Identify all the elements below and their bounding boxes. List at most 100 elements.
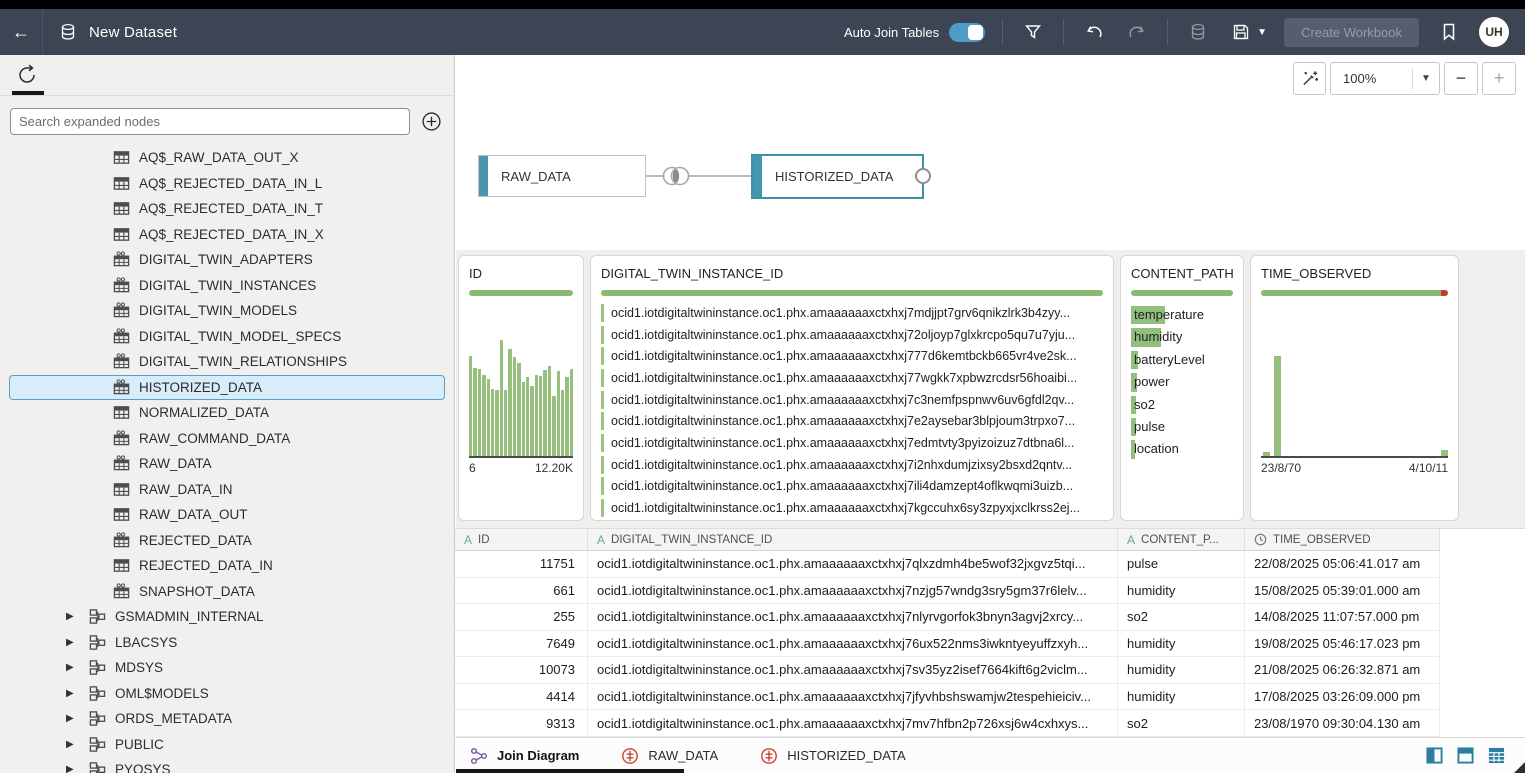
- back-button[interactable]: ←: [0, 9, 42, 55]
- quality-card-id[interactable]: ID 6 12.20K: [458, 255, 584, 521]
- content-path-item: so2: [1131, 394, 1233, 416]
- table-tree: AQ$_RAW_DATA_OUT_XAQ$_REJECTED_DATA_IN_L…: [0, 143, 454, 773]
- expand-arrow-icon[interactable]: ▶: [66, 637, 88, 648]
- auto-join-label: Auto Join Tables: [844, 25, 939, 40]
- split-horizontal-icon[interactable]: [1457, 747, 1474, 764]
- expand-arrow-icon[interactable]: ▶: [66, 611, 88, 622]
- histogram-bar: [500, 340, 503, 456]
- axis-max: 4/10/11: [1409, 461, 1448, 475]
- tree-item-aq$_rejected_data_in_l[interactable]: AQ$_REJECTED_DATA_IN_L: [0, 171, 454, 197]
- view-icon: [113, 302, 130, 319]
- user-avatar[interactable]: UH: [1479, 17, 1509, 47]
- create-workbook-button[interactable]: Create Workbook: [1284, 18, 1419, 47]
- join-diagram-canvas[interactable]: 100% ▼ − + RAW_DATA: [456, 55, 1525, 250]
- tree-item-rejected_data_in[interactable]: REJECTED_DATA_IN: [0, 553, 454, 579]
- histogram-bar: [1441, 450, 1448, 456]
- auto-join-toggle[interactable]: [949, 23, 985, 42]
- tree-item-normalized_data[interactable]: NORMALIZED_DATA: [0, 400, 454, 426]
- tree-item-aq$_rejected_data_in_x[interactable]: AQ$_REJECTED_DATA_IN_X: [0, 222, 454, 248]
- tree-item-snapshot_data[interactable]: SNAPSHOT_DATA: [0, 579, 454, 605]
- expand-arrow-icon[interactable]: ▶: [66, 739, 88, 750]
- footer-tab-historized-data[interactable]: HISTORIZED_DATA: [760, 747, 905, 765]
- table-row[interactable]: 661ocid1.iotdigitaltwininstance.oc1.phx.…: [455, 578, 1525, 605]
- undo-icon[interactable]: [1081, 19, 1107, 45]
- quality-card-instance-id[interactable]: DIGITAL_TWIN_INSTANCE_ID ocid1.iotdigita…: [590, 255, 1114, 521]
- caret-down-icon: ▼: [1257, 27, 1267, 38]
- connections-tab[interactable]: [16, 64, 39, 91]
- node-connection-handle[interactable]: [915, 168, 931, 184]
- column-header-time-observed[interactable]: TIME_OBSERVED: [1245, 529, 1440, 551]
- table-row[interactable]: 9313ocid1.iotdigitaltwininstance.oc1.phx…: [455, 710, 1525, 737]
- tree-schema-public[interactable]: ▶PUBLIC: [0, 732, 454, 758]
- zoom-out-button[interactable]: −: [1444, 62, 1478, 95]
- table-row[interactable]: 4414ocid1.iotdigitaltwininstance.oc1.phx…: [455, 684, 1525, 711]
- join-type-icon[interactable]: [659, 164, 693, 193]
- zoom-in-button[interactable]: +: [1482, 62, 1516, 95]
- tree-schema-lbacsys[interactable]: ▶LBACSYS: [0, 630, 454, 656]
- tree-schema-ords_metadata[interactable]: ▶ORDS_METADATA: [0, 706, 454, 732]
- tree-item-rejected_data[interactable]: REJECTED_DATA: [0, 528, 454, 554]
- row-spacer: [1440, 631, 1525, 658]
- tree-schema-gsmadmin_internal[interactable]: ▶GSMADMIN_INTERNAL: [0, 604, 454, 630]
- column-title: ID: [469, 266, 573, 281]
- zoom-level-dropdown[interactable]: 100% ▼: [1330, 62, 1440, 95]
- table-row[interactable]: 11751ocid1.iotdigitaltwininstance.oc1.ph…: [455, 551, 1525, 578]
- table-view-icon[interactable]: [1488, 747, 1505, 764]
- table-row[interactable]: 255ocid1.iotdigitaltwininstance.oc1.phx.…: [455, 604, 1525, 631]
- toolbar-divider: [1167, 19, 1168, 45]
- table-cell: 9313: [455, 710, 588, 737]
- split-vertical-icon[interactable]: [1426, 747, 1443, 764]
- tree-item-digital_twin_model_specs[interactable]: DIGITAL_TWIN_MODEL_SPECS: [0, 324, 454, 350]
- content-path-bars: temperaturehumiditybatteryLevelpowerso2p…: [1131, 304, 1233, 461]
- column-header-digital-twin-instance-id[interactable]: ADIGITAL_TWIN_INSTANCE_ID: [588, 529, 1118, 551]
- table-cell: so2: [1118, 710, 1245, 737]
- quality-card-content-path[interactable]: CONTENT_PATH temperaturehumiditybatteryL…: [1120, 255, 1244, 521]
- table-row[interactable]: 7649ocid1.iotdigitaltwininstance.oc1.phx…: [455, 631, 1525, 658]
- column-header-content-p-[interactable]: ACONTENT_P...: [1118, 529, 1245, 551]
- tree-item-aq$_raw_data_out_x[interactable]: AQ$_RAW_DATA_OUT_X: [0, 145, 454, 171]
- save-menu-button[interactable]: ▼: [1228, 19, 1267, 45]
- histogram-bar: [1274, 356, 1281, 456]
- histogram-bar: [508, 349, 511, 456]
- tree-item-aq$_rejected_data_in_t[interactable]: AQ$_REJECTED_DATA_IN_T: [0, 196, 454, 222]
- quality-card-time-observed[interactable]: TIME_OBSERVED 23/8/70 4/10/11: [1250, 255, 1459, 521]
- tree-item-digital_twin_adapters[interactable]: DIGITAL_TWIN_ADAPTERS: [0, 247, 454, 273]
- schema-icon: [88, 761, 106, 773]
- tree-schema-oml$models[interactable]: ▶OML$MODELS: [0, 681, 454, 707]
- bottom-tab-bar: Join Diagram RAW_DATA HISTORIZED_DATA: [456, 737, 1525, 773]
- diagram-node-raw-data[interactable]: RAW_DATA: [478, 155, 646, 197]
- histogram-bar: [522, 382, 525, 456]
- tree-schema-mdsys[interactable]: ▶MDSYS: [0, 655, 454, 681]
- diagram-node-historized-data[interactable]: HISTORIZED_DATA: [751, 154, 924, 199]
- column-header-id[interactable]: AID: [455, 529, 588, 551]
- tree-item-historized_data[interactable]: HISTORIZED_DATA: [9, 375, 445, 401]
- bookmark-icon[interactable]: [1436, 19, 1462, 45]
- data-icon[interactable]: [1185, 19, 1211, 45]
- filter-icon[interactable]: [1020, 19, 1046, 45]
- view-icon: [113, 455, 130, 472]
- add-connection-icon[interactable]: [421, 111, 442, 132]
- auto-layout-button[interactable]: [1293, 62, 1326, 95]
- search-input[interactable]: [10, 108, 410, 135]
- tree-item-digital_twin_relationships[interactable]: DIGITAL_TWIN_RELATIONSHIPS: [0, 349, 454, 375]
- expand-arrow-icon[interactable]: ▶: [66, 713, 88, 724]
- expand-arrow-icon[interactable]: ▶: [66, 688, 88, 699]
- footer-tab-join-diagram[interactable]: Join Diagram: [470, 747, 579, 765]
- tree-item-raw_data[interactable]: RAW_DATA: [0, 451, 454, 477]
- tree-item-raw_data_in[interactable]: RAW_DATA_IN: [0, 477, 454, 503]
- table-cell: humidity: [1118, 631, 1245, 658]
- tree-item-raw_command_data[interactable]: RAW_COMMAND_DATA: [0, 426, 454, 452]
- histogram-bar: [487, 379, 490, 456]
- table-row[interactable]: 10073ocid1.iotdigitaltwininstance.oc1.ph…: [455, 657, 1525, 684]
- row-spacer: [1440, 657, 1525, 684]
- expand-arrow-icon[interactable]: ▶: [66, 764, 88, 773]
- footer-tab-raw-data[interactable]: RAW_DATA: [621, 747, 718, 765]
- table-cell: humidity: [1118, 578, 1245, 605]
- resize-handle-icon[interactable]: [1514, 762, 1525, 773]
- tree-item-digital_twin_instances[interactable]: DIGITAL_TWIN_INSTANCES: [0, 273, 454, 299]
- tree-schema-pyqsys[interactable]: ▶PYQSYS: [0, 757, 454, 773]
- tree-item-raw_data_out[interactable]: RAW_DATA_OUT: [0, 502, 454, 528]
- tree-item-digital_twin_models[interactable]: DIGITAL_TWIN_MODELS: [0, 298, 454, 324]
- expand-arrow-icon[interactable]: ▶: [66, 662, 88, 673]
- redo-icon[interactable]: [1124, 19, 1150, 45]
